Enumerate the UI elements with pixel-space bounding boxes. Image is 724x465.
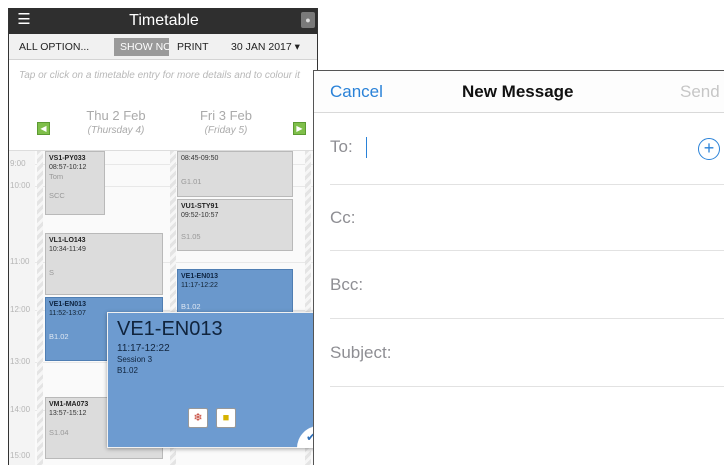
entry-code: VE1-EN013	[49, 301, 86, 308]
show-notes-button[interactable]: SHOW NO	[114, 38, 169, 56]
entry-code: VL1-LO143	[49, 237, 86, 244]
page-title: New Message	[462, 82, 574, 101]
popup-time: 11:17-12:22	[117, 343, 170, 354]
time-label: 14:00	[10, 405, 31, 414]
entry-time: 11:17-12:22	[181, 282, 218, 289]
add-contact-icon[interactable]: +	[698, 138, 720, 160]
entry-detail-popup: VE1-EN013 11:17-12:22 Session 3 B1.02 ❄ …	[107, 312, 317, 448]
entry-room: S1.05	[181, 232, 201, 241]
entry-code: VS1-PY033	[49, 155, 86, 162]
send-button[interactable]: Send	[680, 82, 720, 102]
entry-time: 08:57-10:12	[49, 164, 87, 171]
subject-label: Subject:	[330, 343, 392, 362]
time-label: 12:00	[10, 305, 31, 314]
new-message-screen: Cancel New Message Send To: + Cc: Bcc: S…	[313, 70, 724, 465]
popup-code: VE1-EN013	[117, 318, 223, 340]
popup-session: Session 3	[117, 355, 153, 364]
day-subtitle: (Friday 5)	[204, 125, 248, 136]
user-icon[interactable]: ●	[301, 12, 315, 28]
timetable-toolbar: ALL OPTION... SHOW NO PRINT 30 JAN 2017 …	[9, 34, 317, 60]
entry-room: Tom	[49, 172, 64, 181]
hamburger-menu-icon[interactable]: ☰	[15, 11, 33, 29]
all-options-button[interactable]: ALL OPTION...	[19, 41, 89, 53]
note-icon[interactable]: ■	[216, 408, 236, 428]
cc-label: Cc:	[330, 208, 356, 227]
time-label: 13:00	[10, 357, 31, 366]
next-day-arrow-icon[interactable]: ▶	[293, 122, 306, 135]
time-label: 9:00	[10, 159, 26, 168]
cancel-button[interactable]: Cancel	[330, 82, 383, 102]
timetable-entry[interactable]: VL1-LO143 10:34-11:49 S	[45, 233, 163, 295]
screenshot-stage: ☰ Timetable ● ALL OPTION... SHOW NO PRIN…	[0, 0, 724, 465]
time-label: 10:00	[10, 181, 31, 190]
time-label: 11:00	[10, 257, 30, 266]
to-field[interactable]: To: +	[330, 113, 724, 185]
previous-day-arrow-icon[interactable]: ◀	[37, 122, 50, 135]
date-selector[interactable]: 30 JAN 2017 ▾	[231, 41, 300, 53]
message-body[interactable]	[314, 387, 724, 465]
day-name: Fri 3 Feb	[199, 108, 252, 123]
time-label: 15:00	[10, 451, 31, 460]
day-navigator: ◀ Thu 2 Feb (Thursday 4) Fri 3 Feb (Frid…	[9, 108, 317, 150]
timetable-entry[interactable]: VS1-PY033 08:57-10:12 Tom SCC	[45, 151, 105, 215]
day-header-friday: Fri 3 Feb (Friday 5)	[171, 108, 281, 137]
subject-field[interactable]: Subject:	[330, 319, 724, 387]
entry-time: 08:45-09:50	[181, 155, 219, 162]
hint-text: Tap or click on a timetable entry for mo…	[19, 70, 300, 81]
day-name: Thu 2 Feb	[86, 108, 146, 123]
day-divider	[37, 151, 43, 465]
colour-palette-icon[interactable]: ❄	[188, 408, 208, 428]
entry-room: B1.02	[181, 302, 201, 311]
bcc-label: Bcc:	[330, 275, 364, 294]
to-label: To:	[330, 137, 353, 156]
bcc-field[interactable]: Bcc:	[330, 251, 724, 319]
message-nav-bar: Cancel New Message Send	[314, 71, 724, 113]
print-button[interactable]: PRINT	[177, 41, 209, 53]
entry-time: 10:34-11:49	[49, 246, 86, 253]
timetable-app: ☰ Timetable ● ALL OPTION... SHOW NO PRIN…	[8, 8, 318, 465]
day-subtitle: (Thursday 4)	[87, 125, 145, 136]
text-cursor	[366, 137, 367, 158]
time-column: 9:00 10:00 11:00 12:00 13:00 14:00 15:00	[9, 151, 35, 465]
entry-room: S	[49, 268, 55, 277]
timetable-entry[interactable]: VU1-STY91 09:52-10:57 S1.05	[177, 199, 293, 251]
entry-room: G1.01	[181, 177, 202, 186]
day-header-thursday: Thu 2 Feb (Thursday 4)	[61, 108, 171, 137]
timetable-entry[interactable]: 08:45-09:50 G1.01	[177, 151, 293, 197]
entry-time: 09:52-10:57	[181, 212, 219, 219]
cc-field[interactable]: Cc:	[330, 185, 724, 251]
entry-code: VU1-STY91	[181, 203, 219, 210]
timetable-header: ☰ Timetable ●	[9, 8, 317, 34]
entry-code: VE1-EN013	[181, 273, 218, 280]
popup-room: B1.02	[117, 366, 138, 375]
page-title: Timetable	[129, 12, 199, 29]
entry-room: SCC	[49, 191, 65, 200]
